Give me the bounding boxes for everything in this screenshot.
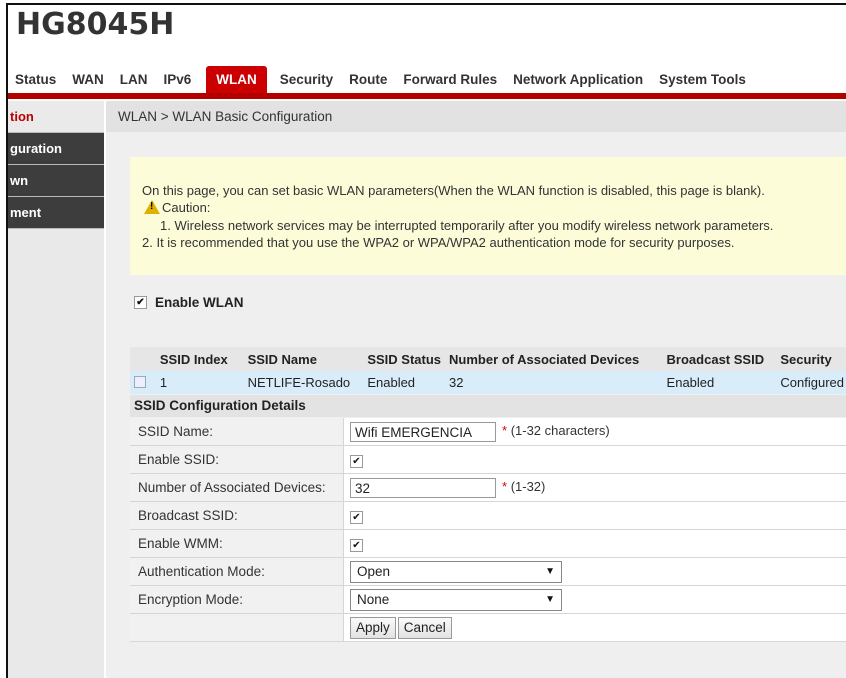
notice-line: 2. It is recommended that you use the WP… bbox=[142, 235, 735, 250]
encryption-mode-label: Encryption Mode: bbox=[130, 586, 344, 614]
info-notice: On this page, you can set basic WLAN par… bbox=[130, 157, 846, 275]
broadcast-ssid-cell: ✔ bbox=[344, 502, 846, 530]
form-row: Encryption Mode: None ▼ bbox=[130, 586, 846, 614]
required-marker: * bbox=[502, 479, 507, 494]
apply-button[interactable]: Apply bbox=[350, 617, 396, 639]
nav-wan[interactable]: WAN bbox=[65, 66, 111, 94]
auth-mode-cell: Open ▼ bbox=[344, 558, 846, 586]
form-row: ApplyCancel bbox=[130, 614, 846, 642]
enable-wlan-row: ✔ Enable WLAN bbox=[134, 295, 244, 310]
auth-mode-value: Open bbox=[357, 564, 390, 579]
caution-label: Caution: bbox=[162, 200, 210, 215]
devices-hint: * (1-32) bbox=[502, 479, 545, 494]
buttons-cell: ApplyCancel bbox=[344, 614, 846, 642]
encryption-mode-cell: None ▼ bbox=[344, 586, 846, 614]
table-header-row: SSID Index SSID Name SSID Status Number … bbox=[130, 347, 846, 371]
column-header: SSID Status bbox=[363, 347, 445, 371]
nav-ipv6[interactable]: IPv6 bbox=[157, 66, 199, 94]
form-row: Enable SSID: ✔ bbox=[130, 446, 846, 474]
column-header: Broadcast SSID bbox=[663, 347, 777, 371]
nav-wlan[interactable]: WLAN bbox=[206, 66, 267, 94]
notice-line: 1. Wireless network services may be inte… bbox=[160, 218, 773, 233]
sidebar-item-advanced-configuration[interactable]: guration bbox=[8, 133, 104, 165]
nav-route[interactable]: Route bbox=[342, 66, 394, 94]
ssid-name-label: SSID Name: bbox=[130, 418, 344, 446]
ssid-config-form: SSID Name: Wifi EMERGENCIA * (1-32 charac… bbox=[130, 418, 846, 642]
column-header: Number of Associated Devices bbox=[445, 347, 663, 371]
auth-mode-label: Authentication Mode: bbox=[130, 558, 344, 586]
devices-label: Number of Associated Devices: bbox=[130, 474, 344, 502]
column-header: Security bbox=[776, 347, 846, 371]
main-content: WLAN > WLAN Basic Configuration On this … bbox=[106, 101, 846, 678]
column-header: SSID Name bbox=[244, 347, 364, 371]
hint-text: (1-32 characters) bbox=[511, 423, 610, 438]
nav-underline bbox=[8, 93, 846, 99]
encryption-mode-value: None bbox=[357, 592, 389, 607]
nav-status[interactable]: Status bbox=[8, 66, 63, 94]
ssid-name-input[interactable]: Wifi EMERGENCIA bbox=[350, 422, 496, 442]
enable-ssid-cell: ✔ bbox=[344, 446, 846, 474]
hint-text: (1-32) bbox=[511, 479, 546, 494]
header: HG8045H Status WAN LAN IPv6 WLAN Securit… bbox=[8, 5, 846, 101]
table-cell: NETLIFE-Rosado bbox=[244, 371, 364, 394]
sidebar-item-management[interactable]: ment bbox=[8, 197, 104, 229]
table-cell: Configured bbox=[776, 371, 846, 394]
brand-logo: HG8045H bbox=[16, 7, 174, 42]
nav-security[interactable]: Security bbox=[273, 66, 340, 94]
row-checkbox[interactable] bbox=[134, 376, 146, 388]
devices-input[interactable]: 32 bbox=[350, 478, 496, 498]
table-cell: 1 bbox=[156, 371, 244, 394]
cancel-button[interactable]: Cancel bbox=[398, 617, 452, 639]
sidebar: tion guration wn ment bbox=[8, 101, 104, 678]
nav-lan[interactable]: LAN bbox=[113, 66, 155, 94]
devices-cell: 32 * (1-32) bbox=[344, 474, 846, 502]
table-cell: Enabled bbox=[663, 371, 777, 394]
broadcast-ssid-label: Broadcast SSID: bbox=[130, 502, 344, 530]
row-select-cell[interactable] bbox=[130, 371, 156, 394]
enable-wmm-cell: ✔ bbox=[344, 530, 846, 558]
enable-ssid-label: Enable SSID: bbox=[130, 446, 344, 474]
required-marker: * bbox=[502, 423, 507, 438]
breadcrumb: WLAN > WLAN Basic Configuration bbox=[106, 101, 846, 132]
form-row: Authentication Mode: Open ▼ bbox=[130, 558, 846, 586]
enable-wmm-checkbox[interactable]: ✔ bbox=[350, 539, 363, 552]
table-cell: Enabled bbox=[363, 371, 445, 394]
form-row: Broadcast SSID: ✔ bbox=[130, 502, 846, 530]
ssid-name-hint: * (1-32 characters) bbox=[502, 423, 610, 438]
form-row: Number of Associated Devices: 32 * (1-32) bbox=[130, 474, 846, 502]
nav-network-application[interactable]: Network Application bbox=[506, 66, 650, 94]
enable-wlan-label: Enable WLAN bbox=[155, 295, 244, 310]
table-row[interactable]: 1 NETLIFE-Rosado Enabled 32 Enabled Conf… bbox=[130, 371, 846, 394]
broadcast-ssid-checkbox[interactable]: ✔ bbox=[350, 511, 363, 524]
auth-mode-select[interactable]: Open ▼ bbox=[350, 561, 562, 583]
enable-ssid-checkbox[interactable]: ✔ bbox=[350, 455, 363, 468]
ssid-name-cell: Wifi EMERGENCIA * (1-32 characters) bbox=[344, 418, 846, 446]
buttons-label bbox=[130, 614, 344, 642]
nav-system-tools[interactable]: System Tools bbox=[652, 66, 753, 94]
warning-icon bbox=[144, 200, 160, 214]
sidebar-item-basic-configuration[interactable]: tion bbox=[8, 101, 104, 133]
encryption-mode-select[interactable]: None ▼ bbox=[350, 589, 562, 611]
notice-caution: Caution: bbox=[144, 200, 210, 215]
nav-forward-rules[interactable]: Forward Rules bbox=[396, 66, 504, 94]
main-nav: Status WAN LAN IPv6 WLAN Security Route … bbox=[8, 63, 755, 97]
chevron-down-icon: ▼ bbox=[545, 566, 555, 577]
details-title: SSID Configuration Details bbox=[130, 395, 846, 417]
form-row: SSID Name: Wifi EMERGENCIA * (1-32 charac… bbox=[130, 418, 846, 446]
enable-wlan-checkbox[interactable]: ✔ bbox=[134, 296, 147, 309]
select-column-header bbox=[130, 347, 156, 371]
chevron-down-icon: ▼ bbox=[545, 594, 555, 605]
sidebar-item-wlan-coverage[interactable]: wn bbox=[8, 165, 104, 197]
table-cell: 32 bbox=[445, 371, 663, 394]
column-header: SSID Index bbox=[156, 347, 244, 371]
ssid-table: SSID Index SSID Name SSID Status Number … bbox=[130, 347, 846, 394]
form-row: Enable WMM: ✔ bbox=[130, 530, 846, 558]
enable-wmm-label: Enable WMM: bbox=[130, 530, 344, 558]
notice-line: On this page, you can set basic WLAN par… bbox=[142, 183, 765, 198]
browser-frame: HG8045H Status WAN LAN IPv6 WLAN Securit… bbox=[6, 3, 846, 678]
